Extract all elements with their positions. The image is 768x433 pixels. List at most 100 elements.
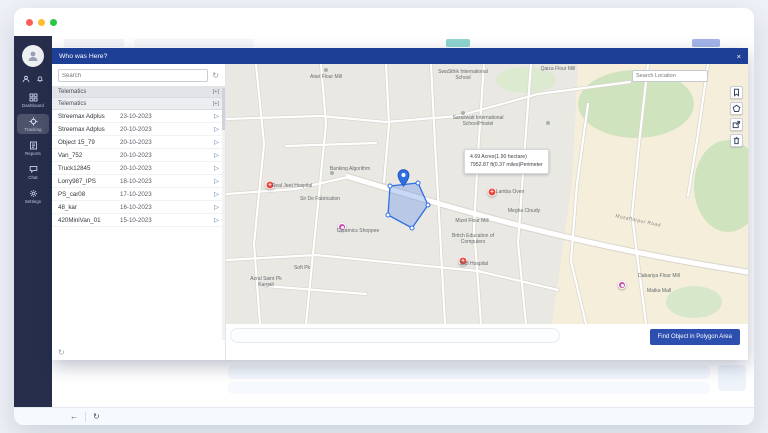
object-row[interactable]: Truck12845 20-10-2023 ▷: [52, 162, 225, 175]
play-icon[interactable]: ▷: [214, 112, 219, 120]
gear-icon: [29, 189, 38, 198]
dimmed-field: [134, 39, 254, 47]
area-tooltip: 4.69 Acres(1.90 hectare) 7952.87 ft(0.37…: [464, 149, 549, 174]
bookmark-icon: [732, 88, 741, 97]
browser-window: Dashboard Tracking Reports: [14, 8, 754, 425]
sidebar-item-label: Tracking: [24, 127, 41, 132]
dimmed-blue-button: [692, 39, 720, 47]
area-value: 4.69 Acres(1.90 hectare): [470, 153, 543, 161]
polygon-icon: [732, 104, 741, 113]
object-name: Streemax Adplus: [58, 126, 120, 133]
delete-tool-button[interactable]: [730, 134, 743, 147]
play-icon[interactable]: ▷: [214, 151, 219, 159]
app-logo: [22, 45, 44, 67]
object-date: 20-10-2023: [120, 126, 152, 133]
object-date: 23-10-2023: [120, 113, 152, 120]
sidebar-item-dashboard[interactable]: Dashboard: [17, 90, 49, 110]
polygon-tool-button[interactable]: [730, 102, 743, 115]
minimize-window-button[interactable]: [38, 19, 45, 26]
object-name: Streemax Adplus: [58, 113, 120, 120]
sidebar-item-chat[interactable]: Chat: [17, 162, 49, 182]
map-search-input[interactable]: [632, 70, 708, 82]
group-label: Telematics: [58, 89, 86, 95]
perimeter-value: 7952.87 ft(0.37 miles)Perimeter: [470, 161, 543, 169]
tracking-icon: [29, 117, 38, 126]
object-date: 15-10-2023: [120, 217, 152, 224]
play-icon[interactable]: ▷: [214, 177, 219, 185]
expand-icon[interactable]: [+]: [213, 101, 219, 107]
refresh-icon[interactable]: ↻: [93, 412, 100, 421]
back-icon[interactable]: ←: [70, 412, 78, 421]
object-date: 17-10-2023: [120, 191, 152, 198]
zoom-window-button[interactable]: [50, 19, 57, 26]
object-row[interactable]: Streemax Adplus 23-10-2023 ▷: [52, 110, 225, 123]
dimmed-field: [64, 39, 124, 47]
sidebar-item-label: Chat: [28, 175, 37, 180]
object-row[interactable]: 420MiniVan_01 15-10-2023 ▷: [52, 214, 225, 227]
map-tools: [730, 86, 743, 147]
hospital-marker-icon[interactable]: [488, 188, 497, 197]
sidebar-item-label: Dashboard: [22, 103, 44, 108]
object-row[interactable]: Van_752 20-10-2023 ▷: [52, 149, 225, 162]
search-input[interactable]: [58, 69, 208, 82]
close-icon[interactable]: ×: [737, 52, 741, 61]
group-row-telematics[interactable]: Telematics [+]: [52, 98, 225, 110]
object-date: 20-10-2023: [120, 139, 152, 146]
sidebar: Dashboard Tracking Reports: [14, 36, 52, 407]
object-name: Van_752: [58, 152, 120, 159]
bell-icon[interactable]: [36, 75, 44, 83]
object-row[interactable]: Lorry987_IPS 18-10-2023 ▷: [52, 175, 225, 188]
play-icon[interactable]: ▷: [214, 125, 219, 133]
refresh-icon[interactable]: ↻: [212, 72, 219, 80]
dimmed-panel: [718, 365, 746, 391]
who-was-here-modal: Who was Here? × ↻ Telematics [+] Telemat…: [52, 48, 748, 360]
export-icon: [732, 120, 741, 129]
sidebar-item-label: Settings: [25, 199, 41, 204]
object-name: Lorry987_IPS: [58, 178, 120, 185]
hospital-marker-icon[interactable]: [266, 181, 275, 190]
object-row[interactable]: PS_car08 17-10-2023 ▷: [52, 188, 225, 201]
app-footer: ← ↻: [14, 407, 754, 425]
object-name: 48_kar: [58, 204, 120, 211]
object-date: 16-10-2023: [120, 204, 152, 211]
bookmark-tool-button[interactable]: [730, 86, 743, 99]
object-name: Truck12845: [58, 165, 120, 172]
modal-bottom-bar: Find Object in Polygon Area: [226, 324, 748, 360]
shop-marker-icon[interactable]: [338, 223, 346, 231]
poi-dot-icon: [546, 121, 550, 125]
object-name: 420MiniVan_01: [58, 217, 120, 224]
play-icon[interactable]: ▷: [214, 164, 219, 172]
object-row[interactable]: Streemax Adplus 20-10-2023 ▷: [52, 123, 225, 136]
shop-marker-icon[interactable]: [618, 281, 626, 289]
object-name: PS_car08: [58, 191, 120, 198]
object-row[interactable]: 48_kar 16-10-2023 ▷: [52, 201, 225, 214]
export-tool-button[interactable]: [730, 118, 743, 131]
dashboard-icon: [29, 93, 38, 102]
bottom-input-placeholder: [230, 328, 560, 343]
sidebar-item-settings[interactable]: Settings: [17, 186, 49, 206]
object-name: Object 15_79: [58, 139, 120, 146]
object-row[interactable]: Object 15_79 20-10-2023 ▷: [52, 136, 225, 149]
scrollbar[interactable]: [222, 88, 225, 340]
sidebar-item-tracking[interactable]: Tracking: [17, 114, 49, 134]
play-icon[interactable]: ▷: [214, 190, 219, 198]
refresh-icon[interactable]: ↻: [58, 348, 65, 357]
dimmed-teal-button: [446, 39, 470, 47]
find-object-button[interactable]: Find Object in Polygon Area: [650, 329, 740, 345]
location-pin-icon[interactable]: [397, 169, 410, 187]
play-icon[interactable]: ▷: [214, 216, 219, 224]
play-icon[interactable]: ▷: [214, 203, 219, 211]
dimmed-panel: [228, 365, 710, 379]
close-window-button[interactable]: [26, 19, 33, 26]
users-icon[interactable]: [22, 75, 30, 83]
play-icon[interactable]: ▷: [214, 138, 219, 146]
group-label: Telematics: [58, 101, 86, 107]
dimmed-panel: [228, 382, 710, 394]
expand-icon[interactable]: [+]: [213, 89, 219, 95]
sidebar-item-reports[interactable]: Reports: [17, 138, 49, 158]
map-canvas[interactable]: Atari Flour Mill SwaSthik International …: [226, 64, 748, 324]
object-date: 18-10-2023: [120, 178, 152, 185]
group-row-telematics[interactable]: Telematics [+]: [52, 86, 225, 98]
modal-header: Who was Here? ×: [52, 48, 748, 64]
hospital-marker-icon[interactable]: [459, 257, 468, 266]
